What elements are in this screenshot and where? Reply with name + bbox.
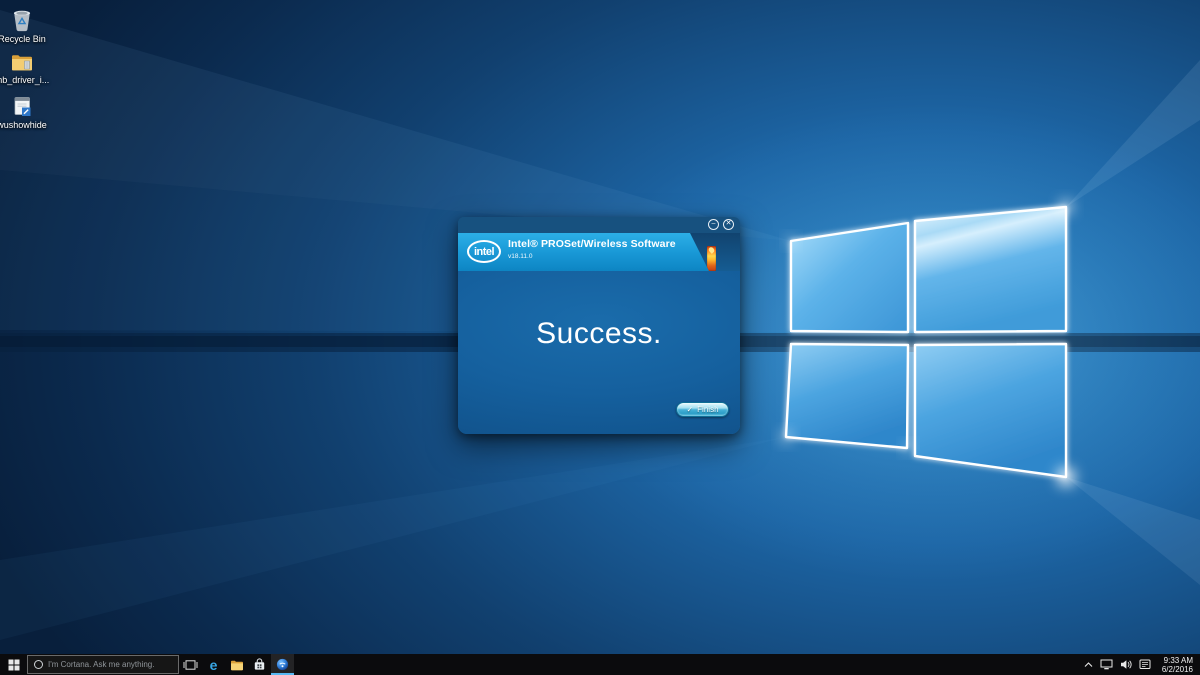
minimize-icon: – [712,220,716,227]
taskbar-installer-button[interactable] [271,654,294,675]
cortana-ring-icon [34,660,43,669]
desktop-screen: Recycle Bin mb_driver_i... wushowhide – … [0,0,1200,675]
desktop-icon-label: Recycle Bin [0,34,50,44]
finish-button[interactable]: ✓ Finish [676,402,729,417]
cortana-search-box[interactable]: I'm Cortana. Ask me anything. [27,655,179,674]
header-notch [690,233,740,271]
desktop-icon-recycle-bin[interactable]: Recycle Bin [0,8,50,44]
success-message: Success. [458,271,740,351]
clock-date: 6/2/2016 [1162,665,1193,674]
volume-icon[interactable] [1120,659,1132,670]
installer-dialog: – ✕ intel Intel® PROSet/Wireless Softwar… [458,217,740,434]
file-explorer-icon [230,659,244,671]
task-view-icon [183,659,198,671]
action-center-icon[interactable] [1139,659,1151,670]
diagnostic-tool-icon [12,96,33,118]
install-flame-icon [707,246,716,271]
search-placeholder-text: I'm Cortana. Ask me anything. [48,660,154,669]
dialog-body: Success. ✓ Finish [458,271,740,434]
taskbar-empty-area [294,654,1084,675]
dialog-titlebar[interactable]: – ✕ [458,217,740,233]
intel-logo-text: intel [474,246,494,258]
recycle-bin-icon [11,8,33,32]
desktop-icon-label: mb_driver_i... [0,75,50,85]
finish-button-label: Finish [697,405,718,414]
desktop-icon-driver-folder[interactable]: mb_driver_i... [0,52,50,85]
taskbar-store-button[interactable] [248,654,271,675]
minimize-button[interactable]: – [708,219,719,230]
dialog-header: intel Intel® PROSet/Wireless Software v1… [458,233,740,271]
windows-logo-icon [8,659,20,671]
intel-logo-icon: intel [467,240,501,263]
desktop-icon-label: wushowhide [0,120,50,130]
start-button[interactable] [0,654,27,675]
intel-installer-icon [276,658,289,671]
taskbar-edge-button[interactable]: e [202,654,225,675]
dialog-header-text: Intel® PROSet/Wireless Software v18.11.0 [508,238,676,260]
close-icon: ✕ [726,220,732,227]
network-icon[interactable] [1100,659,1113,670]
folder-icon [10,52,34,73]
desktop-icon-wushowhide[interactable]: wushowhide [0,96,50,130]
chevron-up-icon[interactable] [1084,662,1093,668]
checkmark-icon: ✓ [686,405,693,414]
taskbar: I'm Cortana. Ask me anything. e [0,654,1200,675]
system-tray: 9:33 AM 6/2/2016 [1084,654,1200,675]
clock-time: 9:33 AM [1162,656,1193,665]
dialog-version: v18.11.0 [508,253,676,260]
taskbar-clock[interactable]: 9:33 AM 6/2/2016 [1158,656,1197,674]
task-view-button[interactable] [179,654,202,675]
taskbar-explorer-button[interactable] [225,654,248,675]
dialog-title: Intel® PROSet/Wireless Software [508,238,676,250]
close-button[interactable]: ✕ [723,219,734,230]
store-icon [253,658,266,671]
edge-icon: e [210,658,218,672]
